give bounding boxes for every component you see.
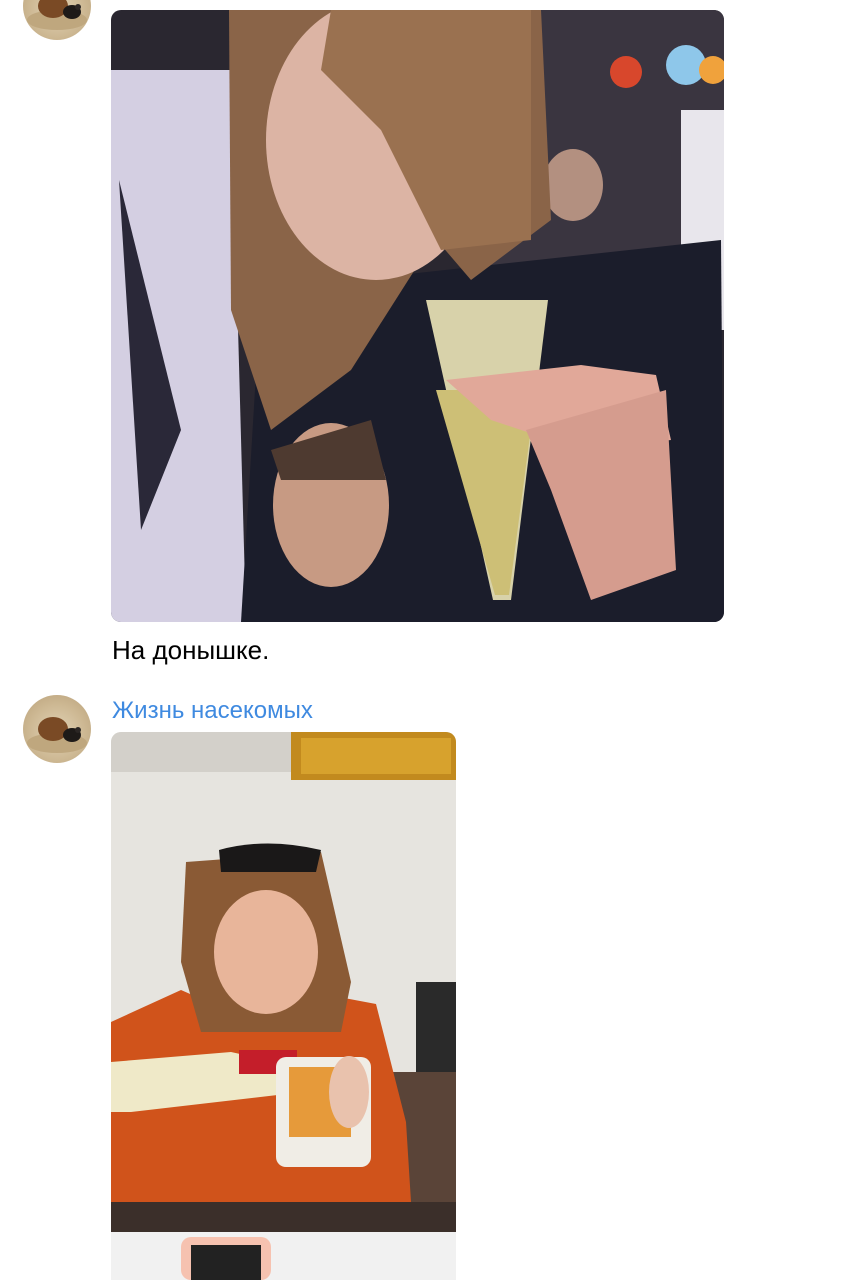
chat-photo[interactable]	[111, 10, 724, 622]
sender-name-link[interactable]: Жизнь насекомых	[112, 695, 313, 727]
dung-beetle-avatar-icon	[27, 717, 87, 753]
sender-avatar[interactable]	[23, 695, 91, 763]
sender-avatar[interactable]	[23, 0, 91, 40]
party-selfie-photo	[111, 10, 724, 622]
chat-photo[interactable]	[111, 732, 456, 1280]
dung-beetle-avatar-icon	[27, 0, 87, 30]
message-caption: На донышке.	[112, 635, 270, 665]
woman-pouring-wine-photo	[111, 732, 456, 1280]
